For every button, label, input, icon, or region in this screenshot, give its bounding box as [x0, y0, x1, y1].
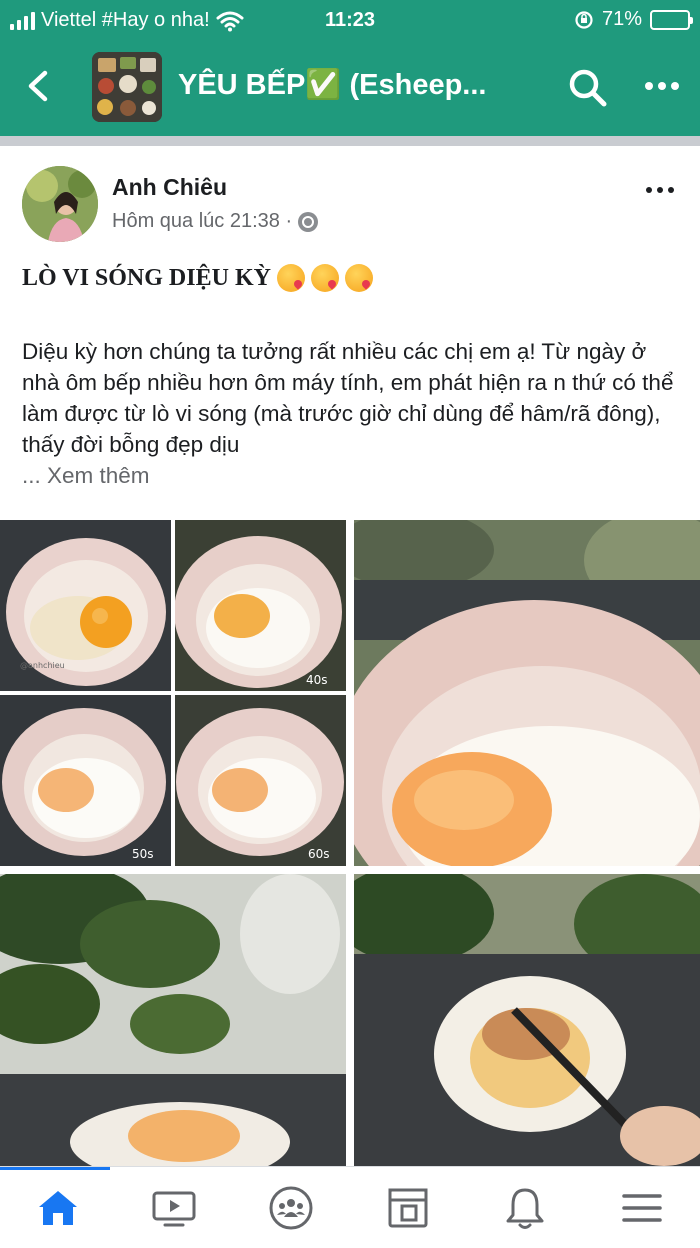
food-collage-image [92, 52, 162, 122]
tab-marketplace[interactable] [350, 1167, 466, 1248]
tab-home[interactable] [0, 1167, 116, 1248]
photo-plant-plate[interactable] [0, 874, 346, 1166]
photo-egg-collage[interactable]: @anhchieu 40s 50s 60s [0, 520, 346, 866]
battery-icon [650, 9, 693, 30]
avatar[interactable] [22, 166, 98, 242]
video-icon [152, 1191, 196, 1227]
back-button[interactable] [18, 66, 58, 106]
group-title[interactable]: YÊU BẾP✅ (Esheep... [178, 68, 518, 102]
photo-grid: @anhchieu 40s 50s 60s [0, 520, 700, 1166]
marketplace-icon [388, 1188, 428, 1228]
see-more-link[interactable]: ... Xem thêm [22, 463, 150, 488]
status-bar: Viettel #Hay o nha! 11:23 71% [0, 0, 700, 40]
battery-percent: 71% [601, 8, 642, 30]
post-options-button[interactable] [646, 182, 682, 198]
photo-label-60s: 60s [308, 847, 330, 861]
group-cover-thumbnail[interactable] [92, 52, 162, 122]
photo-flan-cut[interactable] [354, 874, 700, 1166]
feed-divider [0, 136, 700, 146]
globe-icon [298, 211, 319, 232]
search-icon [569, 69, 607, 107]
tab-menu[interactable] [584, 1167, 700, 1248]
headline-text: LÒ VI SÓNG DIỆU KỲ [22, 264, 271, 291]
search-button[interactable] [566, 66, 610, 110]
photo-egg-closeup[interactable] [354, 520, 700, 866]
photo-label-40s: 40s [306, 673, 328, 687]
post-headline: LÒ VI SÓNG DIỆU KỲ [22, 264, 373, 292]
more-icon[interactable] [638, 66, 686, 106]
post-timestamp[interactable]: Hôm qua lúc 21:38 · [112, 210, 292, 233]
orientation-lock-icon [575, 10, 593, 29]
post-meta: Hôm qua lúc 21:38 · [112, 210, 319, 233]
photo-watermark: @anhchieu [20, 661, 65, 670]
kiss-emoji-icon [276, 264, 305, 292]
chevron-left-icon [28, 70, 48, 102]
author-photo [22, 166, 98, 242]
home-icon [39, 1191, 77, 1225]
author-name[interactable]: Anh Chiêu [112, 174, 227, 201]
groups-icon [269, 1186, 313, 1230]
post-body: Diệu kỳ hơn chúng ta tưởng rất nhiều các… [22, 336, 682, 491]
kiss-emoji-icon [344, 264, 373, 292]
status-right: 71% [574, 8, 693, 31]
tab-video[interactable] [116, 1167, 232, 1248]
tab-groups[interactable] [233, 1167, 349, 1248]
tab-notifications[interactable] [467, 1167, 583, 1248]
bell-icon [506, 1188, 544, 1229]
bottom-tab-bar [0, 1166, 700, 1248]
group-header: YÊU BẾP✅ (Esheep... [0, 40, 700, 136]
photo-label-50s: 50s [132, 847, 154, 861]
kiss-emoji-icon [310, 264, 339, 292]
menu-icon [622, 1194, 662, 1222]
post-body-text: Diệu kỳ hơn chúng ta tưởng rất nhiều các… [22, 339, 674, 457]
